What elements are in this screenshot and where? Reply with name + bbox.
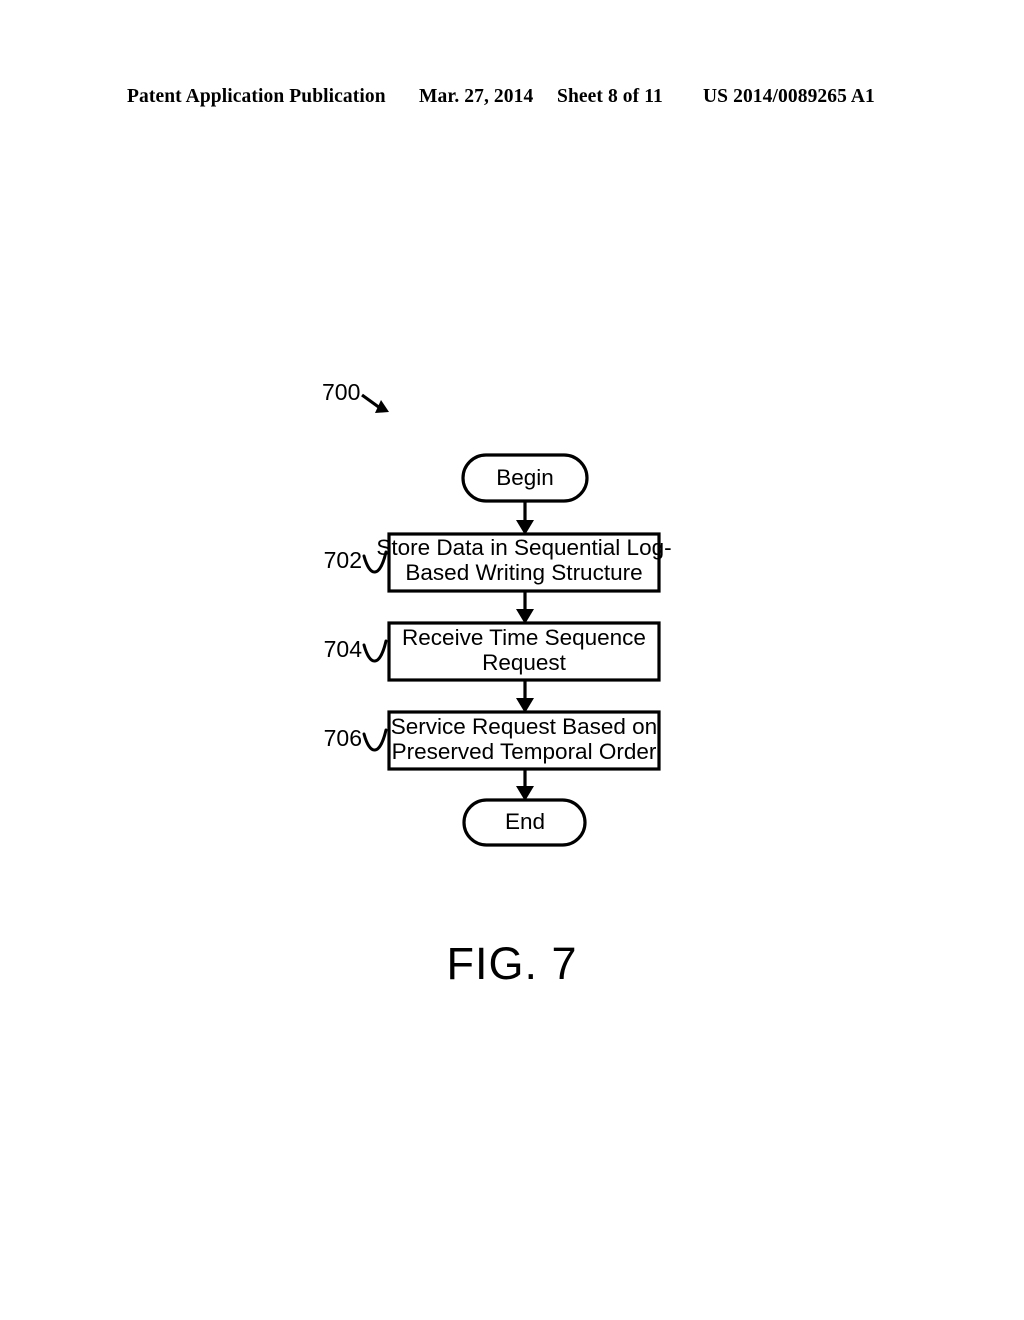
flowchart-canvas: 700 Begin Store Data in Sequential Log- … bbox=[322, 379, 672, 847]
node-begin-label: Begin bbox=[496, 465, 554, 490]
node-702-ref-label: 702 bbox=[324, 547, 362, 573]
node-702-label-line2: Based Writing Structure bbox=[405, 560, 642, 585]
node-704-label-line2: Request bbox=[482, 650, 567, 675]
node-706-label-line2: Preserved Temporal Order bbox=[392, 739, 657, 764]
node-704-ref-leader bbox=[362, 639, 388, 663]
figure-caption: FIG. 7 bbox=[446, 938, 578, 989]
node-702-label-line1: Store Data in Sequential Log- bbox=[376, 535, 671, 560]
node-704-label-line1: Receive Time Sequence bbox=[402, 625, 646, 650]
node-706-label-line1: Service Request Based on bbox=[391, 714, 657, 739]
node-706-ref-leader bbox=[362, 728, 388, 752]
diagram-ref-700-leader bbox=[361, 393, 381, 410]
figure-flowchart-700: 700 Begin Store Data in Sequential Log- … bbox=[0, 0, 1024, 1320]
node-end-label: End bbox=[505, 809, 545, 834]
diagram-ref-700-label: 700 bbox=[322, 379, 360, 405]
node-706-ref-label: 706 bbox=[324, 725, 362, 751]
node-704-ref-label: 704 bbox=[324, 636, 363, 662]
